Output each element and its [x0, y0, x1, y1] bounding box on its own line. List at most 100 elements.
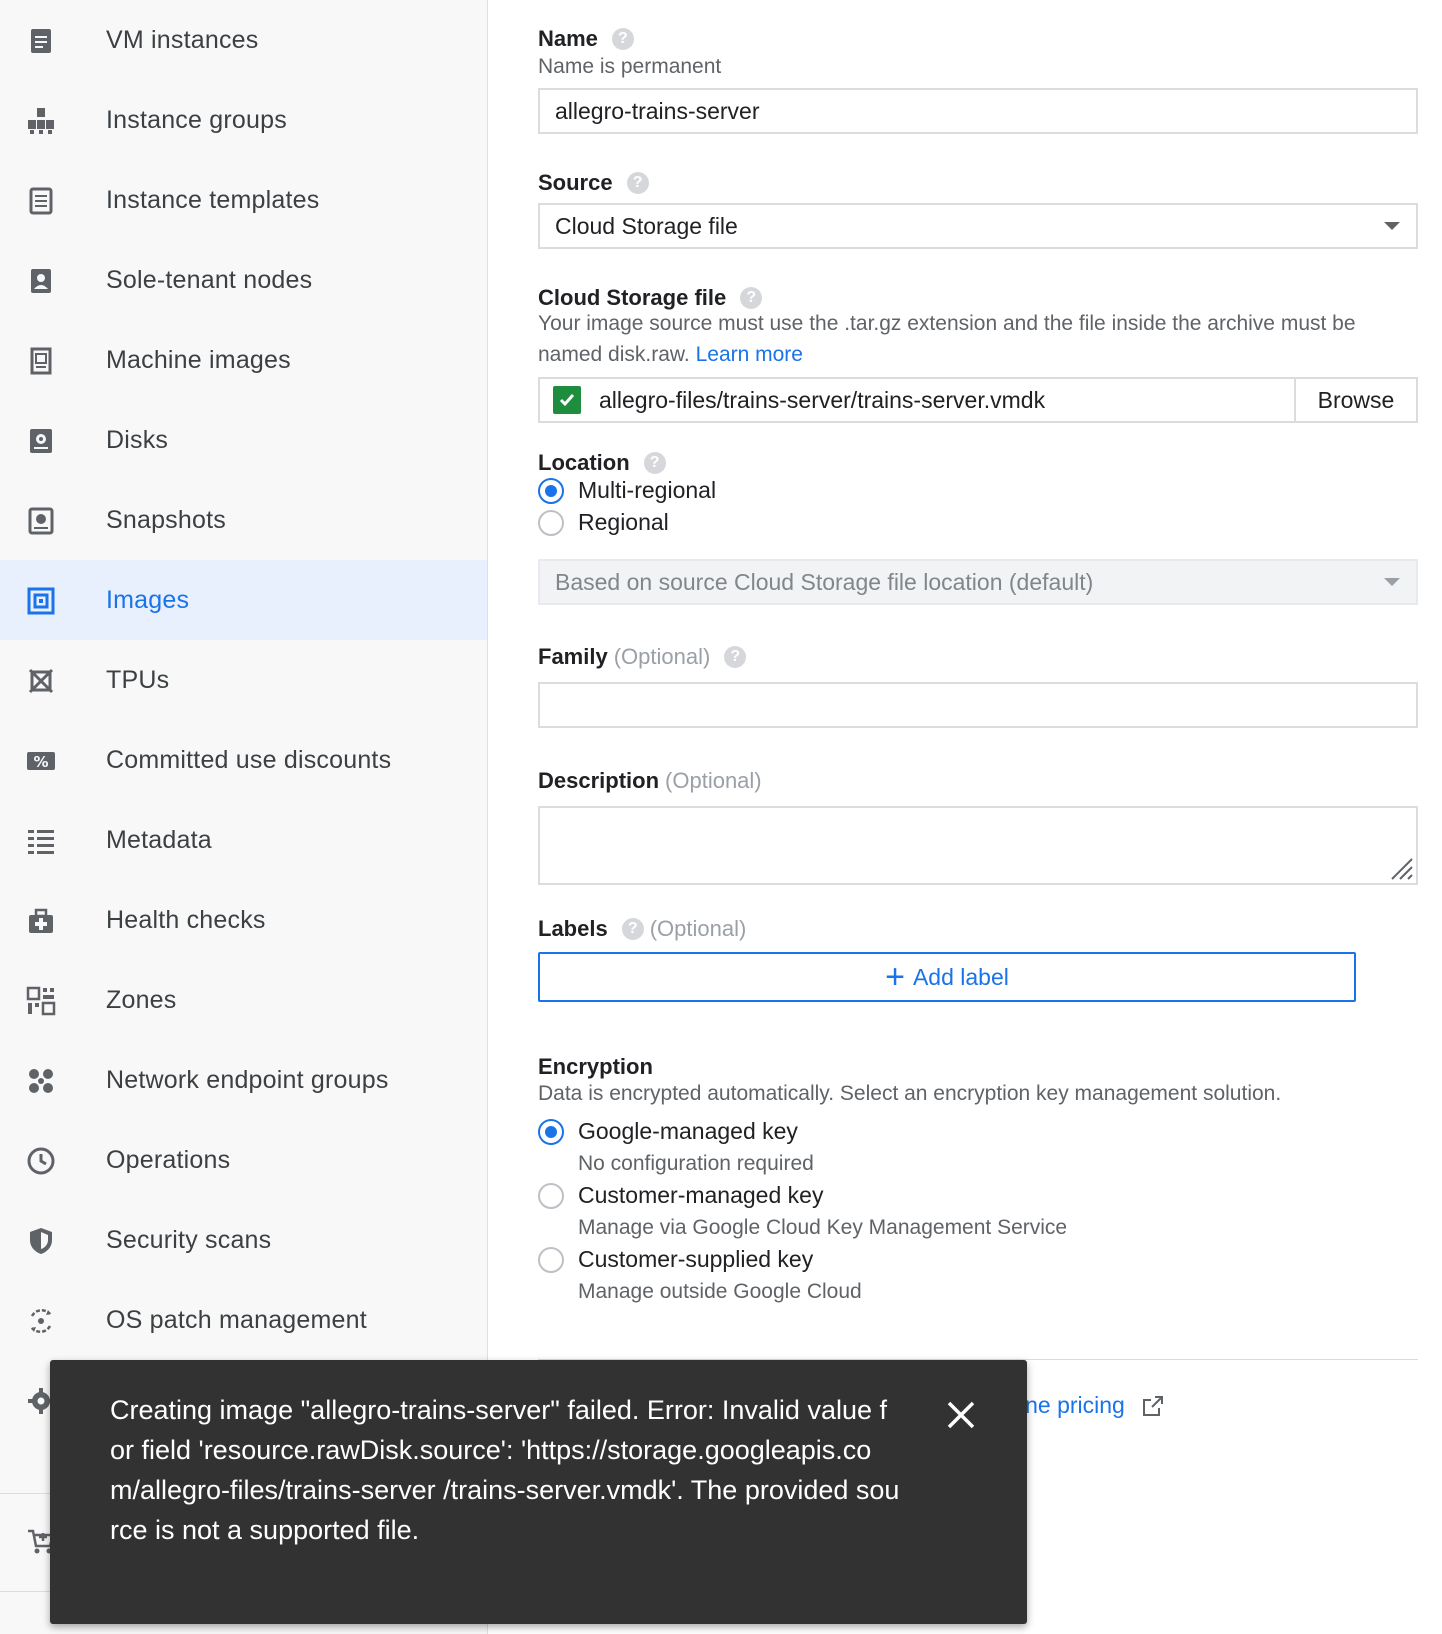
- help-icon[interactable]: ?: [626, 172, 649, 194]
- radio-label: Google-managed key: [578, 1118, 798, 1144]
- name-hint: Name is permanent: [538, 55, 722, 78]
- sidebar-item-committed-use-discounts[interactable]: % Committed use discounts: [0, 720, 487, 800]
- name-input-value: allegro-trains-server: [555, 97, 760, 124]
- radio-label: Multi-regional: [578, 477, 717, 503]
- sidebar-item-label: Health checks: [106, 905, 266, 934]
- sidebar-item-zones[interactable]: Zones: [0, 960, 487, 1040]
- sidebar-item-disks[interactable]: Disks: [0, 400, 487, 480]
- sidebar-item-images[interactable]: Images: [0, 560, 487, 640]
- sidebar-item-label: Committed use discounts: [106, 745, 392, 774]
- encryption-radio-customer-managed[interactable]: Customer-managed key: [538, 1182, 823, 1209]
- sidebar-item-label: Snapshots: [106, 505, 226, 534]
- sidebar-item-label: OS patch management: [106, 1305, 367, 1334]
- radio-unselected[interactable]: [538, 1246, 564, 1273]
- pricing-link[interactable]: ine pricing: [1020, 1392, 1165, 1419]
- sidebar-item-tpus[interactable]: TPUs: [0, 640, 487, 720]
- sidebar-item-label: Security scans: [106, 1225, 272, 1254]
- machine-images-icon: [26, 346, 56, 376]
- source-label-row: Source ?: [538, 170, 649, 196]
- help-icon[interactable]: ?: [724, 646, 747, 668]
- browse-button[interactable]: Browse: [1294, 377, 1418, 423]
- snapshots-icon: [26, 506, 56, 536]
- location-select-value: Based on source Cloud Storage file locat…: [555, 568, 1094, 595]
- family-label: Family: [538, 644, 608, 669]
- check-icon: [553, 386, 581, 414]
- family-label-row: Family (Optional) ?: [538, 644, 747, 670]
- encryption-hint: Data is encrypted automatically. Select …: [538, 1082, 1282, 1105]
- location-label-row: Location ?: [538, 450, 666, 476]
- description-label: Description: [538, 768, 660, 793]
- sidebar-item-health-checks[interactable]: Health checks: [0, 880, 487, 960]
- encryption-radio-google-managed[interactable]: Google-managed key: [538, 1118, 798, 1145]
- radio-sublabel: Manage outside Google Cloud: [578, 1280, 862, 1303]
- help-icon[interactable]: ?: [611, 28, 634, 50]
- error-toast: Creating image "allegro-trains-server" f…: [50, 1360, 1027, 1624]
- location-radio-regional[interactable]: Regional: [538, 509, 669, 536]
- svg-text:%: %: [33, 753, 48, 771]
- radio-unselected[interactable]: [538, 509, 564, 536]
- pricing-link-text: ine pricing: [1020, 1392, 1125, 1418]
- storage-file-value: allegro-files/trains-server/trains-serve…: [599, 386, 1046, 413]
- name-input[interactable]: allegro-trains-server: [538, 88, 1418, 134]
- radio-label: Regional: [578, 509, 669, 535]
- sidebar-item-label: VM instances: [106, 25, 259, 54]
- radio-selected[interactable]: [538, 1118, 564, 1145]
- location-select: Based on source Cloud Storage file locat…: [538, 559, 1418, 605]
- os-patch-icon: [26, 1306, 56, 1336]
- sidebar-item-network-endpoint-groups[interactable]: Network endpoint groups: [0, 1040, 487, 1120]
- chevron-down-icon: [1384, 578, 1400, 586]
- storage-file-hint: Your image source must use the .tar.gz e…: [538, 308, 1398, 370]
- sidebar-item-label: Instance groups: [106, 105, 287, 134]
- network-endpoint-icon: [26, 1066, 56, 1096]
- sidebar-item-instance-groups[interactable]: Instance groups: [0, 80, 487, 160]
- radio-selected[interactable]: [538, 477, 564, 504]
- sidebar-item-label: TPUs: [106, 665, 170, 694]
- family-input[interactable]: [538, 682, 1418, 728]
- sidebar-item-label: Operations: [106, 1145, 231, 1174]
- close-icon[interactable]: [944, 1398, 978, 1432]
- health-checks-icon: [26, 906, 56, 936]
- sidebar-item-label: Metadata: [106, 825, 212, 854]
- sidebar-item-label: Disks: [106, 425, 169, 454]
- radio-unselected[interactable]: [538, 1182, 564, 1209]
- sidebar-item-label: Sole-tenant nodes: [106, 265, 313, 294]
- radio-label: Customer-managed key: [578, 1182, 824, 1208]
- help-icon[interactable]: ?: [621, 918, 644, 940]
- sidebar-item-label: Machine images: [106, 345, 291, 374]
- sidebar-item-metadata[interactable]: Metadata: [0, 800, 487, 880]
- sidebar-item-operations[interactable]: Operations: [0, 1120, 487, 1200]
- sidebar-item-security-scans[interactable]: Security scans: [0, 1200, 487, 1280]
- sidebar-item-sole-tenant-nodes[interactable]: Sole-tenant nodes: [0, 240, 487, 320]
- add-label-button[interactable]: + Add label: [538, 952, 1356, 1002]
- sidebar-item-label: Instance templates: [106, 185, 320, 214]
- sidebar-item-instance-templates[interactable]: Instance templates: [0, 160, 487, 240]
- optional-tag: (Optional): [665, 768, 762, 793]
- storage-file-input[interactable]: allegro-files/trains-server/trains-serve…: [538, 377, 1296, 423]
- resize-handle-icon[interactable]: [1384, 851, 1414, 881]
- source-label: Source: [538, 170, 613, 195]
- plus-icon: +: [885, 958, 905, 996]
- labels-label: Labels: [538, 916, 608, 941]
- source-select[interactable]: Cloud Storage file: [538, 203, 1418, 249]
- sidebar-item-snapshots[interactable]: Snapshots: [0, 480, 487, 560]
- instance-groups-icon: [26, 106, 56, 136]
- add-label-text: Add label: [912, 963, 1009, 990]
- radio-sublabel: Manage via Google Cloud Key Management S…: [578, 1216, 1068, 1239]
- labels-label-row: Labels ? (Optional): [538, 916, 746, 942]
- optional-tag: (Optional): [613, 644, 711, 669]
- sidebar-item-machine-images[interactable]: Machine images: [0, 320, 487, 400]
- images-icon: [26, 586, 56, 616]
- encryption-radio-customer-supplied[interactable]: Customer-supplied key: [538, 1246, 813, 1273]
- toast-message: Creating image "allegro-trains-server" f…: [110, 1395, 900, 1545]
- help-icon[interactable]: ?: [643, 452, 666, 474]
- description-label-row: Description (Optional): [538, 768, 762, 794]
- optional-tag: (Optional): [649, 916, 747, 941]
- help-icon[interactable]: ?: [740, 287, 763, 309]
- sidebar-item-os-patch-management[interactable]: OS patch management: [0, 1280, 487, 1360]
- learn-more-link[interactable]: Learn more: [696, 343, 803, 366]
- location-radio-multi-regional[interactable]: Multi-regional: [538, 477, 716, 504]
- storage-file-hint-text: Your image source must use the .tar.gz e…: [538, 312, 1356, 366]
- sidebar-item-vm-instances[interactable]: VM instances: [0, 0, 487, 80]
- name-label-row: Name ?: [538, 26, 634, 52]
- description-textarea[interactable]: [538, 806, 1418, 885]
